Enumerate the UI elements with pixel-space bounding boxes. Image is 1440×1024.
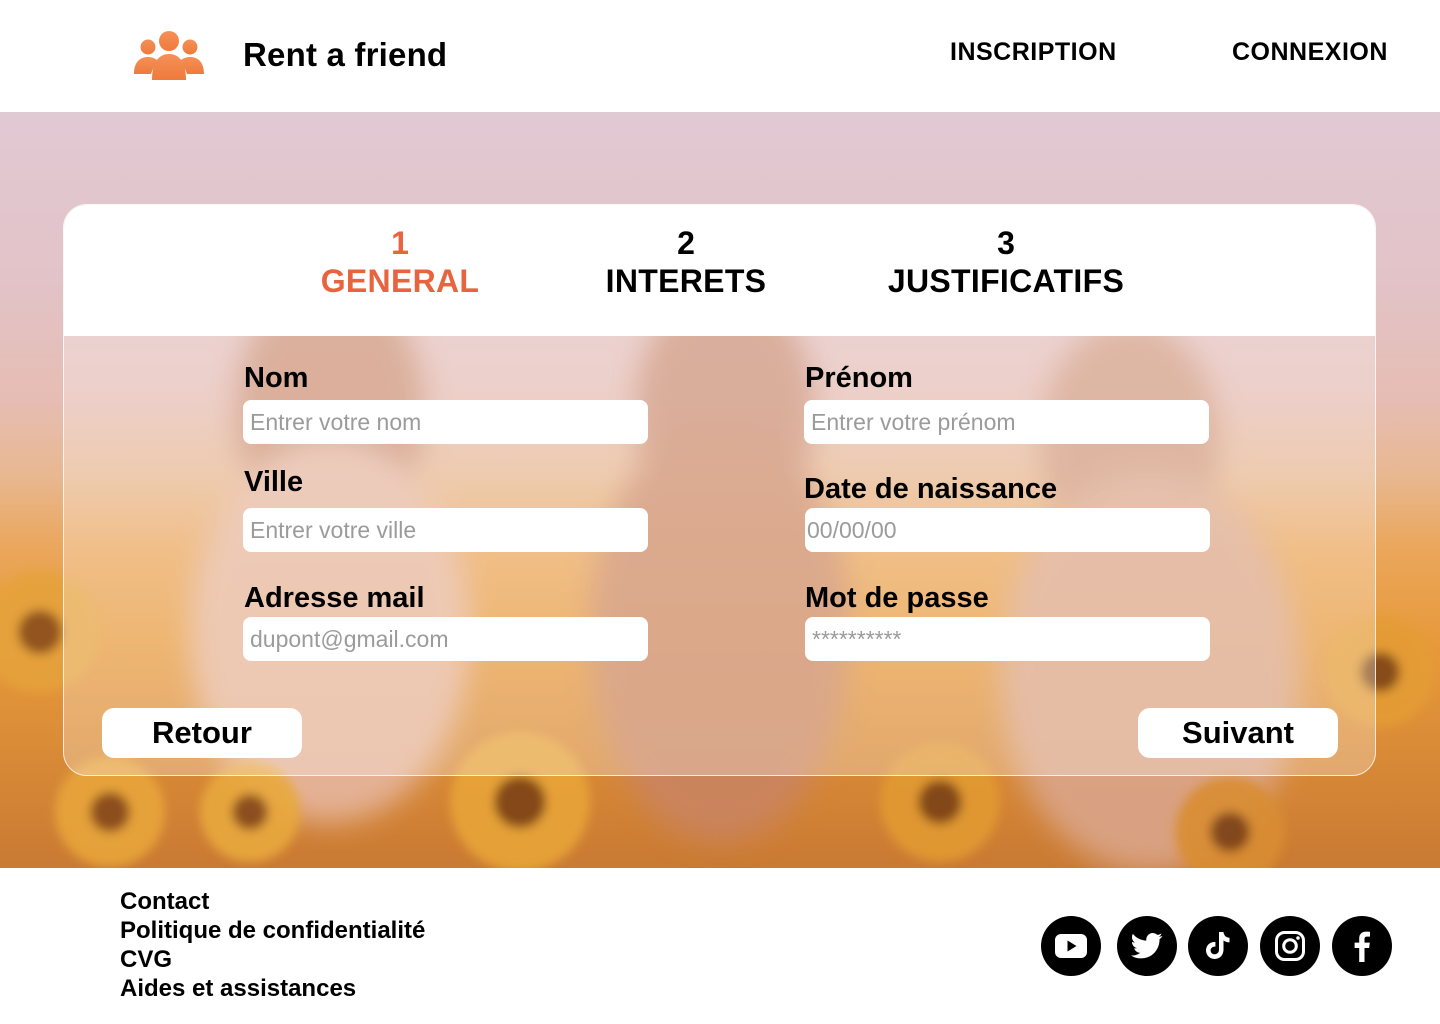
date-naissance-input[interactable] xyxy=(805,508,1210,552)
youtube-icon[interactable] xyxy=(1041,916,1101,976)
nom-label: Nom xyxy=(244,362,309,394)
naissance-label: Date de naissance xyxy=(804,473,1058,505)
step-label: INTERETS xyxy=(605,263,767,299)
brand-name: Rent a friend xyxy=(243,36,448,73)
email-input[interactable] xyxy=(243,617,648,661)
nom-input[interactable] xyxy=(243,400,648,444)
twitter-icon[interactable] xyxy=(1117,916,1177,976)
footer-link-privacy[interactable]: Politique de confidentialité xyxy=(120,917,425,945)
suivant-button[interactable]: Suivant xyxy=(1138,708,1338,758)
password-input[interactable] xyxy=(805,617,1210,661)
step-interets[interactable]: 2 INTERETS xyxy=(594,225,778,301)
step-justificatifs[interactable]: 3 JUSTIFICATIFS xyxy=(876,225,1136,301)
step-number: 3 xyxy=(997,225,1015,261)
step-label: JUSTIFICATIFS xyxy=(887,263,1125,299)
password-label: Mot de passe xyxy=(805,582,989,614)
facebook-icon[interactable] xyxy=(1332,916,1392,976)
email-label: Adresse mail xyxy=(244,582,425,614)
users-group-icon[interactable] xyxy=(132,30,206,82)
retour-button[interactable]: Retour xyxy=(102,708,302,758)
tiktok-icon[interactable] xyxy=(1188,916,1248,976)
prenom-label: Prénom xyxy=(805,362,913,394)
prenom-input[interactable] xyxy=(804,400,1209,444)
nav-connexion-link[interactable]: CONNEXION xyxy=(1232,38,1388,67)
ville-input[interactable] xyxy=(243,508,648,552)
footer-link-help[interactable]: Aides et assistances xyxy=(120,975,356,1003)
instagram-icon[interactable] xyxy=(1260,916,1320,976)
stepper-header: 1 GENERAL 2 INTERETS 3 JUSTIFICATIFS xyxy=(64,205,1375,336)
step-general[interactable]: 1 GENERAL xyxy=(314,225,486,301)
site-header: Rent a friend INSCRIPTION CONNEXION xyxy=(0,0,1440,112)
nav-inscription-link[interactable]: INSCRIPTION xyxy=(950,38,1117,67)
footer-link-cvg[interactable]: CVG xyxy=(120,946,172,974)
footer-link-contact[interactable]: Contact xyxy=(120,888,209,916)
step-label: GENERAL xyxy=(320,263,480,299)
registration-card: 1 GENERAL 2 INTERETS 3 JUSTIFICATIFS Nom… xyxy=(63,204,1376,776)
ville-label: Ville xyxy=(244,466,304,498)
step-number: 1 xyxy=(391,225,409,261)
step-number: 2 xyxy=(677,225,695,261)
